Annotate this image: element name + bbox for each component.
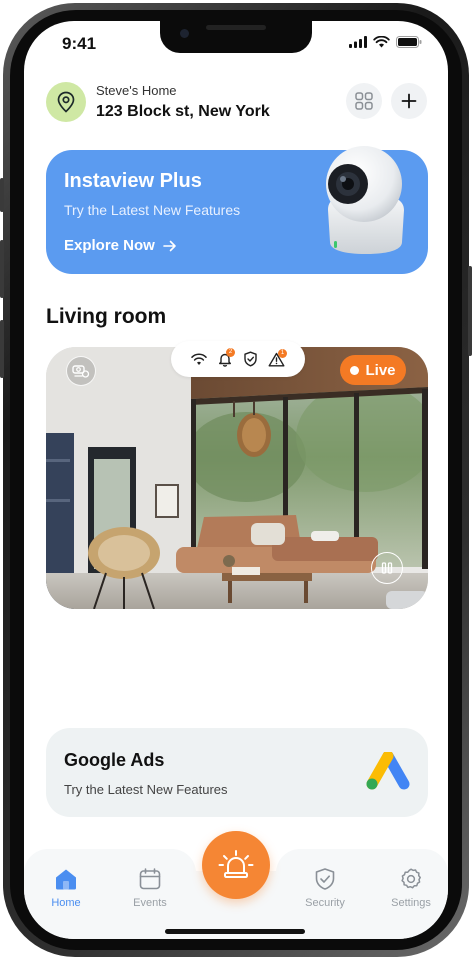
gear-icon	[401, 868, 421, 889]
front-camera	[180, 29, 189, 38]
plus-icon	[401, 93, 417, 109]
volume-down-button	[0, 240, 4, 298]
location-pin-avatar[interactable]	[46, 82, 86, 122]
status-icons	[349, 36, 422, 48]
tab-events-label: Events	[133, 897, 167, 909]
camera-settings-icon	[72, 365, 90, 378]
explore-now-label: Explore Now	[64, 237, 155, 254]
camera-settings-button[interactable]	[66, 356, 96, 386]
shield-status-icon[interactable]	[243, 351, 258, 367]
promo-subtitle: Try the Latest New Features	[64, 202, 241, 218]
notch	[160, 21, 312, 53]
device-status-pill: 2 1	[171, 341, 305, 377]
security-camera-image	[326, 146, 404, 254]
alarm-button[interactable]	[202, 831, 270, 899]
tab-security-label: Security	[305, 897, 345, 909]
wifi-icon	[373, 36, 390, 48]
tab-settings[interactable]: Settings	[381, 867, 441, 909]
pause-button[interactable]	[371, 552, 403, 584]
alert-count-badge: 1	[278, 348, 287, 358]
app-screen: 9:41 Steve's Home 123 Block st, New York	[24, 21, 448, 939]
live-badge[interactable]: Live	[340, 355, 406, 385]
wifi-status-icon[interactable]	[191, 353, 207, 366]
promo-banner[interactable]: Instaview Plus Try the Latest New Featur…	[46, 146, 428, 274]
home-icon	[56, 869, 76, 890]
google-ads-logo	[366, 752, 410, 790]
tab-home[interactable]: Home	[36, 867, 96, 909]
grid-icon	[355, 92, 373, 110]
room-title: Living room	[46, 305, 167, 328]
home-address[interactable]: 123 Block st, New York	[96, 103, 270, 121]
power-button	[468, 266, 472, 356]
status-time: 9:41	[62, 34, 97, 53]
live-dot	[350, 365, 360, 375]
volume-up-button	[0, 178, 4, 212]
battery-icon	[396, 36, 422, 48]
siren-icon	[218, 850, 254, 878]
alerts-status[interactable]: 1	[268, 348, 287, 367]
arrow-right-icon	[163, 240, 176, 251]
promo-title: Instaview Plus	[64, 170, 202, 192]
location-pin-icon	[57, 91, 75, 113]
tab-security[interactable]: Security	[295, 867, 355, 909]
calendar-icon	[139, 868, 161, 890]
live-label: Live	[365, 361, 396, 379]
home-name: Steve's Home	[96, 83, 177, 98]
ad-subtitle: Try the Latest New Features	[64, 782, 228, 797]
cellular-signal-icon	[349, 36, 367, 48]
grid-view-button[interactable]	[346, 83, 382, 119]
tab-home-label: Home	[51, 897, 81, 909]
tab-events[interactable]: Events	[120, 867, 180, 909]
pause-icon	[381, 562, 393, 574]
add-device-button[interactable]	[391, 83, 427, 119]
google-ads-card[interactable]: Google Ads Try the Latest New Features	[46, 728, 428, 817]
tab-settings-label: Settings	[391, 897, 431, 909]
notification-count-badge: 2	[226, 348, 235, 357]
home-indicator[interactable]	[165, 929, 305, 934]
explore-now-link[interactable]: Explore Now	[64, 237, 177, 254]
shield-check-icon	[315, 868, 335, 890]
ad-title: Google Ads	[64, 750, 165, 770]
notifications-status[interactable]: 2	[217, 348, 235, 367]
earpiece	[206, 25, 266, 30]
silent-switch	[0, 320, 4, 378]
